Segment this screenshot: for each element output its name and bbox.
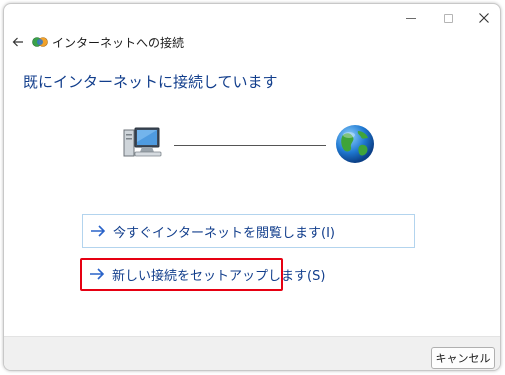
page-heading: 既にインターネットに接続しています [23, 73, 278, 91]
browse-internet-link[interactable]: 今すぐインターネットを閲覧します(I) [82, 214, 415, 248]
maximize-icon [443, 13, 453, 23]
back-button[interactable] [7, 31, 29, 53]
close-button[interactable] [467, 6, 500, 30]
close-icon [479, 13, 489, 23]
network-connection-icon [32, 37, 48, 47]
dialog-window: インターネットへの接続 既にインターネットに接続しています 今すぐインターネット [3, 3, 501, 371]
globe-icon [336, 125, 374, 163]
minimize-button[interactable] [394, 6, 428, 30]
window-title: インターネットへの接続 [52, 36, 185, 50]
minimize-icon [406, 17, 416, 19]
connection-line [174, 145, 326, 146]
back-arrow-icon [12, 37, 23, 47]
highlight-annotation [80, 258, 283, 291]
cancel-button[interactable]: キャンセル [431, 347, 495, 369]
computer-icon [123, 127, 162, 157]
browse-internet-label: 今すぐインターネットを閲覧します(I) [113, 225, 335, 241]
dialog-footer: キャンセル [4, 336, 500, 370]
maximize-button[interactable] [431, 6, 465, 30]
arrow-right-icon [91, 225, 106, 237]
